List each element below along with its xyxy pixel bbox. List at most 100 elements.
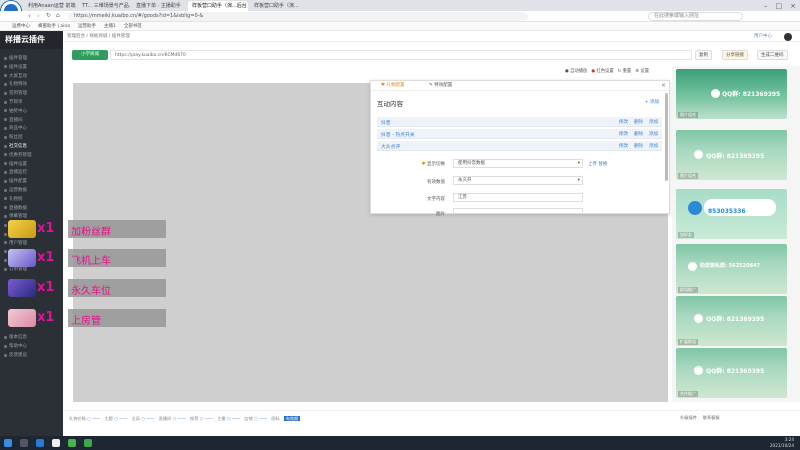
search-icon[interactable] bbox=[20, 439, 28, 447]
footer-item[interactable]: 主题 bbox=[104, 416, 112, 421]
sidebar-item[interactable]: 商品中心 bbox=[4, 124, 27, 132]
sidebar-item[interactable]: 版本信息 bbox=[4, 333, 27, 341]
contact-support-link[interactable]: 联系客服 bbox=[703, 415, 720, 421]
add-item-button[interactable]: 添加 bbox=[649, 143, 658, 149]
sidebar-item[interactable]: 礼物榜 bbox=[4, 195, 23, 203]
wechat-icon[interactable] bbox=[68, 439, 76, 447]
delete-button[interactable]: 删除 bbox=[634, 131, 643, 137]
red-setting-toggle[interactable]: ● 红色设置 bbox=[591, 68, 613, 76]
menu-icon bbox=[4, 153, 7, 157]
settings-toolbar: ● 自动播放 ● 红色设置 ↻ 重置 ⚙ 设置 bbox=[565, 68, 649, 76]
qrcode-button[interactable]: 生成二维码 bbox=[757, 50, 788, 60]
add-button[interactable]: + 添加 bbox=[645, 99, 659, 105]
app-icon[interactable] bbox=[52, 439, 60, 447]
template-card[interactable]: QQ群: 821369395 图片组合 bbox=[676, 69, 787, 119]
delete-button[interactable]: 删除 bbox=[634, 143, 643, 149]
bookmark-item[interactable]: 全部书签 bbox=[124, 23, 142, 29]
sidebar-item[interactable]: 直播监控 bbox=[4, 168, 27, 176]
validity-pill[interactable]: 有效期 bbox=[283, 416, 301, 421]
sidebar-item[interactable]: 帮助中心 bbox=[4, 342, 27, 350]
sidebar-item-label: 直播间 bbox=[9, 117, 23, 123]
valid-value-select[interactable]: 永久开 ▾ bbox=[453, 176, 583, 185]
sidebar-item[interactable]: 节目单 bbox=[4, 98, 23, 106]
dialog-scrollbar[interactable] bbox=[665, 93, 668, 181]
display-switch-select[interactable]: 使用抖音数据 ▾ bbox=[453, 159, 583, 168]
menu-icon bbox=[4, 232, 7, 236]
sidebar-item[interactable]: 插件设置 bbox=[4, 63, 27, 71]
edit-button[interactable]: 修改 bbox=[619, 131, 628, 137]
avatar[interactable] bbox=[784, 33, 792, 41]
close-icon[interactable]: × bbox=[661, 82, 666, 89]
browser-url-input[interactable]: https://mmeiki.kuaibo.cn/#/goods?id=1&is… bbox=[68, 12, 528, 21]
footer-item[interactable]: 主播 bbox=[217, 416, 225, 421]
footer-item[interactable]: 推荐 bbox=[190, 416, 198, 421]
template-card[interactable]: QQ群: 821369395 合作推广 bbox=[676, 348, 787, 398]
browser-tab[interactable]: 利用Anaan运营 前端... bbox=[24, 1, 76, 11]
shop-url-input[interactable]: https://play.kuaibo.cn/6CMd6T0 bbox=[110, 50, 692, 60]
edit-button[interactable]: 修改 bbox=[619, 119, 628, 125]
footer-item[interactable]: 图标 bbox=[271, 416, 279, 421]
home-icon[interactable]: ⌂ bbox=[56, 12, 60, 19]
template-card[interactable]: 853035336 加好友 bbox=[676, 189, 787, 239]
start-icon[interactable] bbox=[4, 439, 12, 447]
bookmark-item[interactable]: 蜂蜜助手 | aino bbox=[38, 23, 70, 29]
share-link-button[interactable]: 分享链接 bbox=[722, 50, 748, 60]
image-input[interactable] bbox=[453, 208, 583, 213]
reload-icon[interactable]: ↻ bbox=[46, 12, 51, 19]
sidebar-item[interactable]: 用户管理 bbox=[4, 239, 27, 247]
footer-item[interactable]: 店铺 bbox=[244, 416, 252, 421]
gift-multiplier: x1 bbox=[37, 310, 55, 325]
shop-select-button[interactable]: 小学商城 bbox=[72, 50, 108, 60]
sidebar-item[interactable]: 粉丝团 bbox=[4, 133, 23, 141]
settings-button[interactable]: ⚙ 设置 bbox=[635, 68, 649, 76]
close-icon[interactable]: × bbox=[790, 2, 796, 10]
sidebar-item[interactable]: 社交信息 bbox=[4, 142, 27, 150]
bookmark-item[interactable]: 主播1 bbox=[104, 23, 116, 29]
footer-item[interactable]: 全局 bbox=[132, 416, 140, 421]
edit-button[interactable]: 修改 bbox=[619, 143, 628, 149]
bookmark-item[interactable]: 运费中心 bbox=[12, 23, 30, 29]
footer-item[interactable]: 直播间 bbox=[159, 416, 172, 421]
sidebar-item[interactable]: 插件管理 bbox=[4, 54, 27, 62]
sidebar-item[interactable]: 抽奖中心 bbox=[4, 107, 27, 115]
footer-item[interactable]: 礼物价格 bbox=[69, 416, 86, 421]
forward-icon[interactable]: › bbox=[37, 12, 40, 20]
sidebar-item[interactable]: 签到管理 bbox=[4, 89, 27, 97]
back-icon[interactable]: ‹ bbox=[28, 12, 31, 20]
tab-effect-config[interactable]: ✎ 特效配置 bbox=[429, 82, 452, 88]
sidebar-item[interactable]: 插件配置 bbox=[4, 177, 27, 185]
add-item-button[interactable]: 添加 bbox=[649, 119, 658, 125]
text-content-input[interactable]: 江苏 bbox=[453, 193, 583, 202]
app-icon[interactable] bbox=[84, 439, 92, 447]
dialog-title: 互动内容 bbox=[377, 100, 403, 108]
add-item-button[interactable]: 添加 bbox=[649, 131, 658, 137]
sidebar-item[interactable]: 插件设置 bbox=[4, 160, 27, 168]
reset-button[interactable]: ↻ 重置 bbox=[618, 68, 632, 76]
browser-search-input[interactable]: 在此搜索或输入网址 bbox=[648, 12, 743, 21]
upgrade-plugin-link[interactable]: 升级插件 bbox=[680, 415, 697, 421]
browser-tab[interactable]: 直播下单 · 主播助手 bbox=[132, 1, 184, 11]
sidebar-item[interactable]: 大屏互动 bbox=[4, 72, 27, 80]
upload-replace-links[interactable]: 上传 替换 bbox=[588, 161, 607, 167]
template-card[interactable]: QQ群: 821369395 扩展群组 bbox=[676, 296, 787, 346]
minimize-icon[interactable]: – bbox=[764, 2, 768, 10]
tab-gift-config[interactable]: ♥ 礼物配置 bbox=[381, 82, 404, 88]
delete-button[interactable]: 删除 bbox=[634, 119, 643, 125]
bookmark-item[interactable]: 运营助手 bbox=[78, 23, 96, 29]
sidebar-item[interactable]: 直播数据 bbox=[4, 204, 27, 212]
template-card[interactable]: QQ群: 821369395 图片组合 bbox=[676, 130, 787, 180]
sidebar-item[interactable]: 礼物特效 bbox=[4, 80, 27, 88]
sidebar-item[interactable]: 运营数据 bbox=[4, 186, 27, 194]
browser-tab[interactable]: TT... 三维场景与产品... bbox=[78, 1, 130, 11]
browser-icon[interactable] bbox=[36, 439, 44, 447]
sidebar-item[interactable]: 优惠券管理 bbox=[4, 151, 32, 159]
browser-tab[interactable]: 样板营口助手（演... bbox=[250, 1, 302, 11]
maximize-icon[interactable]: □ bbox=[776, 2, 783, 10]
copy-button[interactable]: 复制 bbox=[695, 50, 712, 60]
sidebar-item[interactable]: 直播间 bbox=[4, 116, 23, 124]
browser-tab-active[interactable]: 样板营口助手（演...后台 bbox=[188, 1, 248, 11]
autoplay-toggle[interactable]: ● 自动播放 bbox=[565, 68, 587, 76]
template-card[interactable]: 助您做私群: 562520647 群组推广 bbox=[676, 244, 787, 294]
sidebar-item[interactable]: 反馈建议 bbox=[4, 351, 27, 359]
user-center-link[interactable]: 用户中心 bbox=[754, 31, 772, 42]
